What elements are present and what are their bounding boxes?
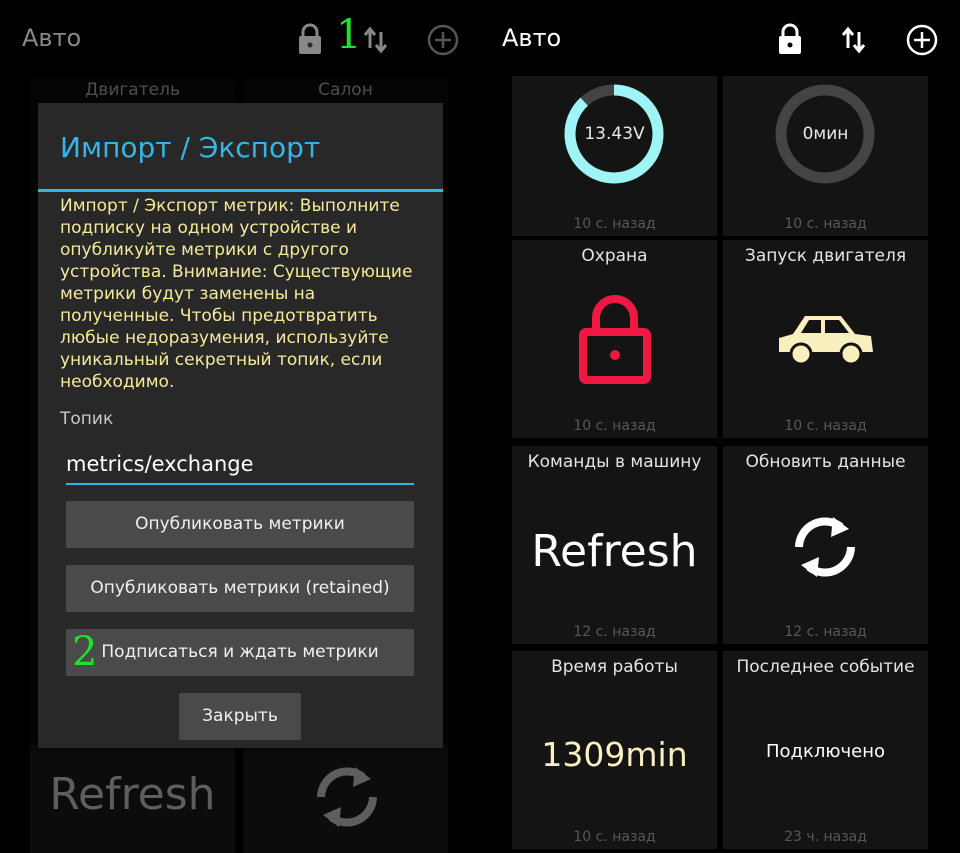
topic-label: Топик [60, 409, 114, 429]
left-screen: Авто 1 Двигатель Салон Refresh Импорт / … [0, 0, 480, 853]
publish-retained-button[interactable]: Опубликовать метрики (retained) [66, 565, 414, 612]
lock-icon [579, 295, 651, 384]
subscribe-button[interactable]: Подписаться и ждать метрики [66, 629, 414, 676]
tile-last-event[interactable]: Последнее событие Подключено 23 ч. назад [723, 651, 928, 849]
car-icon [779, 316, 873, 366]
marker-2: 2 [72, 629, 98, 675]
bg-tile-commands: Refresh [30, 745, 235, 853]
tile-minutes[interactable]: 0мин 10 с. назад [723, 76, 928, 236]
app-title-right: Авто [502, 24, 562, 52]
tile-engine-start[interactable]: Запуск двигателя 10 с. назад [723, 240, 928, 438]
update-title: Обновить данные [745, 452, 906, 472]
voltage-value: 13.43V [584, 124, 645, 144]
tile-voltage[interactable]: 13.43V 10 с. назад [512, 76, 717, 236]
tile-commands[interactable]: Команды в машину Refresh 12 с. назад [512, 446, 717, 644]
topic-input[interactable] [66, 445, 414, 485]
guard-time: 10 с. назад [573, 418, 656, 434]
bg-tile-salon: Салон [318, 80, 373, 100]
minutes-value: 0мин [802, 124, 849, 144]
refresh-icon [795, 517, 855, 577]
publish-metrics-button[interactable]: Опубликовать метрики [66, 501, 414, 548]
tile-guard[interactable]: Охрана 10 с. назад [512, 240, 717, 438]
tile-update[interactable]: Обновить данные 12 с. назад [723, 446, 928, 644]
bg-refresh-text: Refresh [49, 769, 216, 820]
close-button[interactable]: Закрыть [179, 693, 301, 740]
minutes-time: 10 с. назад [784, 216, 867, 232]
uptime-time: 10 с. назад [573, 829, 656, 845]
last-event-time: 23 ч. назад [784, 829, 867, 845]
last-event-title: Последнее событие [736, 657, 915, 677]
uptime-title: Время работы [551, 657, 678, 677]
engine-start-title: Запуск двигателя [744, 246, 907, 266]
dialog-message: Импорт / Экспорт метрик: Выполните подпи… [60, 196, 413, 392]
swap-vert-icon[interactable] [836, 22, 872, 58]
right-screen: Авто 13.43V 10 с. назад 0мин 10 с. назад [480, 0, 960, 853]
subscribe-button-label: Подписаться и ждать метрики [101, 642, 379, 662]
engine-start-time: 10 с. назад [784, 418, 867, 434]
app-bar-right: Авто [480, 0, 960, 78]
lock-icon[interactable] [772, 22, 808, 58]
import-export-dialog: Импорт / Экспорт Импорт / Экспорт метрик… [38, 103, 443, 748]
last-event-value: Подключено [765, 741, 885, 762]
refresh-icon [317, 767, 377, 827]
commands-time: 12 с. назад [573, 624, 656, 640]
bg-tile-update [243, 745, 448, 853]
uptime-value: 1309min [541, 735, 688, 774]
add-circle-icon[interactable] [904, 22, 940, 58]
tile-uptime[interactable]: Время работы 1309min 10 с. назад [512, 651, 717, 849]
voltage-time: 10 с. назад [573, 216, 656, 232]
commands-value: Refresh [531, 526, 698, 577]
dialog-title-divider [38, 189, 443, 192]
commands-title: Команды в машину [527, 452, 702, 472]
bg-tile-engine: Двигатель [85, 80, 180, 100]
dialog-title: Импорт / Экспорт [60, 131, 321, 164]
update-time: 12 с. назад [784, 624, 867, 640]
guard-title: Охрана [581, 246, 648, 266]
